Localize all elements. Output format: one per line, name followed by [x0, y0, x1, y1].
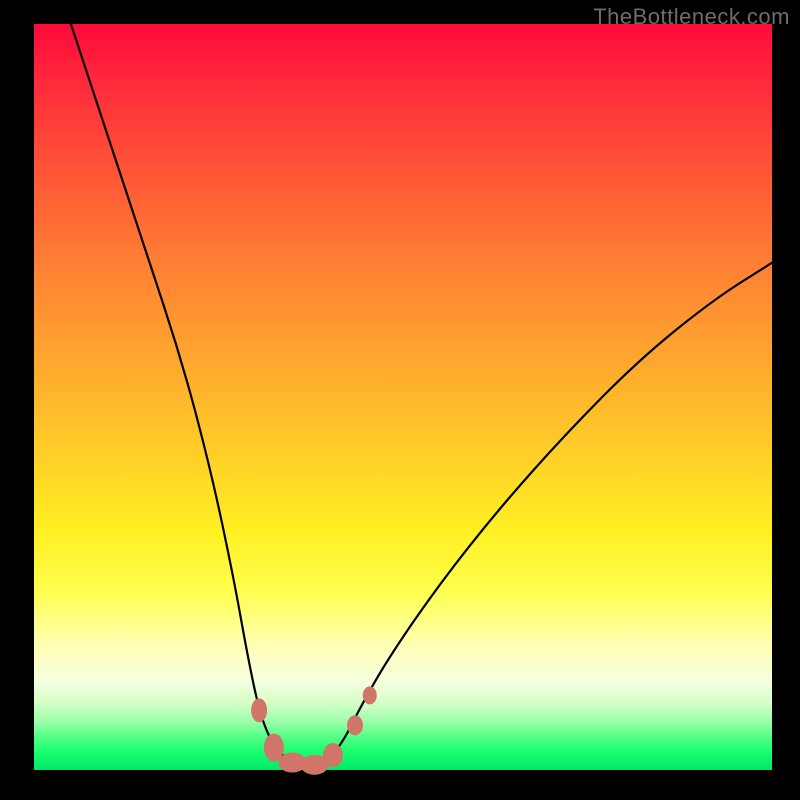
marker-point [347, 715, 363, 735]
curve-markers [251, 686, 377, 774]
bottleneck-curve [71, 24, 772, 766]
bottleneck-chart [34, 24, 772, 770]
watermark-label: TheBottleneck.com [593, 4, 790, 30]
chart-frame: TheBottleneck.com [0, 0, 800, 800]
marker-point [251, 698, 267, 722]
marker-point [323, 743, 343, 767]
marker-point [363, 686, 377, 704]
